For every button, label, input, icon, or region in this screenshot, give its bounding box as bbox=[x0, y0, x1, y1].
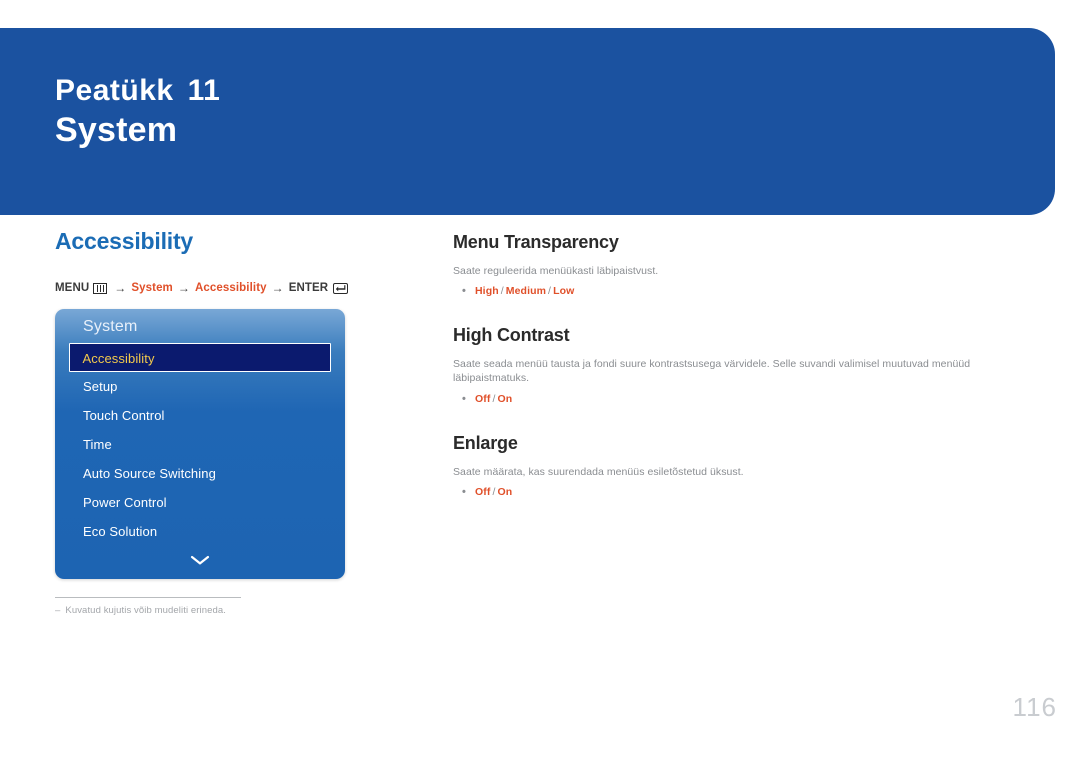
page-title: Accessibility bbox=[55, 228, 194, 254]
entry-option-values: Off / On bbox=[475, 393, 512, 405]
osd-scroll-down[interactable] bbox=[55, 553, 345, 571]
option-low[interactable]: Low bbox=[553, 285, 574, 297]
footnote-dash: – bbox=[55, 605, 61, 616]
breadcrumb-crumb-accessibility[interactable]: Accessibility bbox=[195, 282, 267, 294]
osd-menu-header: System bbox=[83, 318, 138, 335]
breadcrumb-arrow-1: → bbox=[114, 281, 127, 295]
entry-option-row: • Off / On bbox=[453, 486, 1033, 498]
entry-title: High Contrast bbox=[453, 325, 570, 346]
osd-item-time[interactable]: Time bbox=[69, 430, 331, 459]
option-medium[interactable]: Medium bbox=[506, 285, 546, 297]
chapter-label: Peatükk bbox=[55, 74, 174, 107]
footnote: – Kuvatud kujutis võib mudeliti erineda. bbox=[55, 597, 241, 616]
option-separator: / bbox=[492, 392, 496, 405]
footnote-line: – Kuvatud kujutis võib mudeliti erineda. bbox=[55, 605, 241, 616]
breadcrumb-enter-label: ENTER bbox=[288, 282, 329, 294]
osd-item-accessibility[interactable]: Accessibility bbox=[69, 343, 331, 372]
menu-bars-icon bbox=[93, 282, 108, 294]
osd-item-eco-solution[interactable]: Eco Solution bbox=[69, 517, 331, 546]
entry-description: Saate reguleerida menüükasti läbipaistvu… bbox=[453, 265, 659, 277]
chevron-down-icon bbox=[190, 555, 210, 565]
breadcrumb-arrow-2: → bbox=[177, 281, 190, 295]
entry-description: Saate seada menüü tausta ja fondi suure … bbox=[453, 358, 971, 385]
breadcrumb-crumb-system[interactable]: System bbox=[131, 282, 173, 294]
entry-title: Enlarge bbox=[453, 432, 518, 453]
option-off[interactable]: Off bbox=[475, 393, 490, 405]
entry-title: Menu Transparency bbox=[453, 232, 619, 252]
breadcrumb-arrow-3: → bbox=[271, 281, 284, 295]
option-separator: / bbox=[492, 485, 496, 498]
option-high[interactable]: High bbox=[475, 285, 499, 297]
chapter-title: System bbox=[55, 111, 178, 149]
breadcrumb: MENU → System → Accessibility → ENTER bbox=[55, 281, 415, 295]
footnote-divider bbox=[55, 597, 241, 598]
entry-description: Saate määrata, kas suurendada menüüs esi… bbox=[453, 465, 744, 478]
osd-item-power-control[interactable]: Power Control bbox=[69, 488, 331, 517]
osd-menu-mock: System Accessibility Setup Touch Control… bbox=[55, 309, 345, 579]
entry-option-values: Off / On bbox=[475, 486, 512, 498]
chapter-label-line: Peatükk 11 bbox=[55, 74, 220, 108]
chapter-banner: Peatükk 11 System bbox=[0, 28, 1055, 215]
bullet-icon: • bbox=[462, 392, 466, 405]
right-column: Menu Transparency Saate reguleerida menü… bbox=[453, 232, 1033, 526]
option-on[interactable]: On bbox=[498, 393, 513, 405]
bullet-icon: • bbox=[462, 485, 466, 498]
entry-high-contrast: High Contrast Saate seada menüü tausta j… bbox=[453, 325, 1033, 404]
entry-option-values: High / Medium / Low bbox=[475, 285, 574, 297]
page-number: 116 bbox=[1012, 692, 1057, 722]
entry-menu-transparency: Menu Transparency Saate reguleerida menü… bbox=[453, 232, 1033, 297]
option-separator: / bbox=[548, 285, 552, 298]
entry-option-row: • High / Medium / Low bbox=[453, 285, 1033, 297]
osd-item-auto-source-switching[interactable]: Auto Source Switching bbox=[69, 459, 331, 488]
breadcrumb-menu-label: MENU bbox=[55, 282, 90, 294]
entry-option-row: • Off / On bbox=[453, 393, 1033, 405]
option-separator: / bbox=[500, 285, 504, 298]
option-off[interactable]: Off bbox=[475, 486, 490, 498]
osd-menu-list: Accessibility Setup Touch Control Time A… bbox=[55, 343, 345, 546]
footnote-text: Kuvatud kujutis võib mudeliti erineda. bbox=[65, 605, 227, 616]
chapter-number: 11 bbox=[187, 74, 221, 107]
enter-return-icon bbox=[333, 282, 349, 294]
entry-enlarge: Enlarge Saate määrata, kas suurendada me… bbox=[453, 433, 1033, 498]
left-column: Accessibility MENU → System → Accessibil… bbox=[55, 228, 415, 616]
osd-item-touch-control[interactable]: Touch Control bbox=[69, 401, 331, 430]
osd-item-setup[interactable]: Setup bbox=[69, 372, 331, 401]
option-on[interactable]: On bbox=[498, 486, 513, 498]
bullet-icon: • bbox=[462, 285, 466, 298]
